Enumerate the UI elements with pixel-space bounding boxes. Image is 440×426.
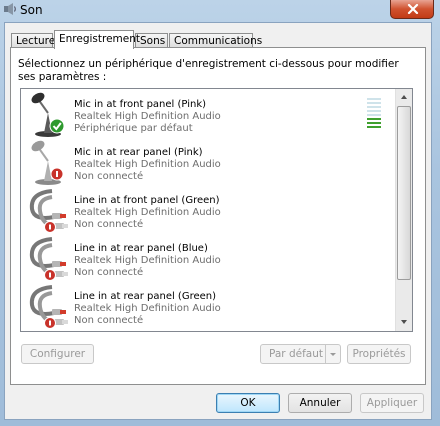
window-title: Son (20, 3, 43, 17)
set-default-label: Par défaut (269, 348, 323, 360)
scroll-up-button[interactable] (396, 89, 412, 105)
level-meter-bar (367, 110, 381, 112)
ok-button[interactable]: OK (216, 393, 280, 413)
recording-tab-panel: Sélectionnez un périphérique d'enregistr… (10, 47, 426, 385)
properties-button[interactable]: Propriétés (347, 344, 411, 364)
list-item-device-4[interactable]: Line in at rear panel (Blue) Realtek Hig… (21, 235, 395, 283)
chevron-up-icon (401, 95, 407, 99)
rca-cable-icon (29, 285, 68, 329)
scroll-down-button[interactable] (396, 314, 412, 330)
cancel-button[interactable]: Annuler (288, 393, 352, 413)
list-item-device-3[interactable]: Line in at front panel (Green) Realtek H… (21, 187, 395, 235)
device-name: Line in at front panel (Green) (74, 195, 220, 206)
level-meter-bar (367, 102, 381, 104)
device-name: Mic in at rear panel (Pink) (74, 147, 203, 158)
level-meter-bar (367, 118, 381, 120)
chevron-down-icon (330, 353, 336, 356)
microphone-icon (31, 92, 65, 137)
set-default-button[interactable]: Par défaut (260, 344, 341, 364)
title-bar[interactable]: Son (0, 0, 440, 22)
device-status: Non connecté (74, 219, 144, 230)
list-item-device-5[interactable]: Line in at rear panel (Green) Realtek Hi… (21, 283, 395, 331)
vertical-scrollbar[interactable] (395, 89, 412, 331)
device-status: Non connecté (74, 267, 144, 278)
list-item-device-1[interactable]: Mic in at front panel (Pink) Realtek Hig… (21, 91, 395, 139)
level-meter-bar (367, 114, 381, 116)
tab-lecture[interactable]: Lecture (11, 33, 55, 48)
rca-cable-icon (29, 237, 68, 281)
speaker-icon (4, 3, 16, 15)
set-default-dropdown[interactable] (325, 345, 340, 363)
scrollbar-thumb[interactable] (397, 106, 411, 280)
level-meter-bar (367, 98, 381, 100)
device-driver: Realtek High Definition Audio (74, 207, 221, 218)
device-driver: Realtek High Definition Audio (74, 255, 221, 266)
list-item-device-2[interactable]: Mic in at rear panel (Pink) Realtek High… (21, 139, 395, 187)
dialog-client-area: Lecture Enregistrement Sons Communicatio… (4, 22, 432, 420)
configure-button[interactable]: Configurer (21, 344, 94, 364)
level-meter-bar (367, 126, 381, 128)
instructions-text: Sélectionnez un périphérique d'enregistr… (18, 58, 399, 83)
device-driver: Realtek High Definition Audio (74, 159, 221, 170)
close-button[interactable] (390, 0, 434, 19)
device-list[interactable]: Mic in at front panel (Pink) Realtek Hig… (20, 88, 413, 332)
level-meter-bar (367, 106, 381, 108)
level-meter-bar (367, 122, 381, 124)
sound-dialog-window: Son Lecture Enregistrement Sons Communic… (0, 0, 440, 426)
microphone-icon (31, 140, 64, 185)
device-status: Non connecté (74, 171, 144, 182)
device-name: Line in at rear panel (Blue) (74, 243, 208, 254)
device-name: Mic in at front panel (Pink) (74, 99, 207, 110)
close-icon (407, 4, 419, 14)
apply-button[interactable]: Appliquer (360, 393, 424, 413)
tab-communications[interactable]: Communications (169, 33, 262, 48)
device-name: Line in at rear panel (Green) (74, 291, 217, 302)
device-status: Non connecté (74, 315, 144, 326)
rca-cable-icon (29, 189, 68, 233)
device-driver: Realtek High Definition Audio (74, 111, 221, 122)
device-status: Périphérique par défaut (74, 123, 193, 134)
chevron-down-icon (401, 320, 407, 324)
tab-enregistrement[interactable]: Enregistrement (54, 30, 140, 49)
device-driver: Realtek High Definition Audio (74, 303, 221, 314)
